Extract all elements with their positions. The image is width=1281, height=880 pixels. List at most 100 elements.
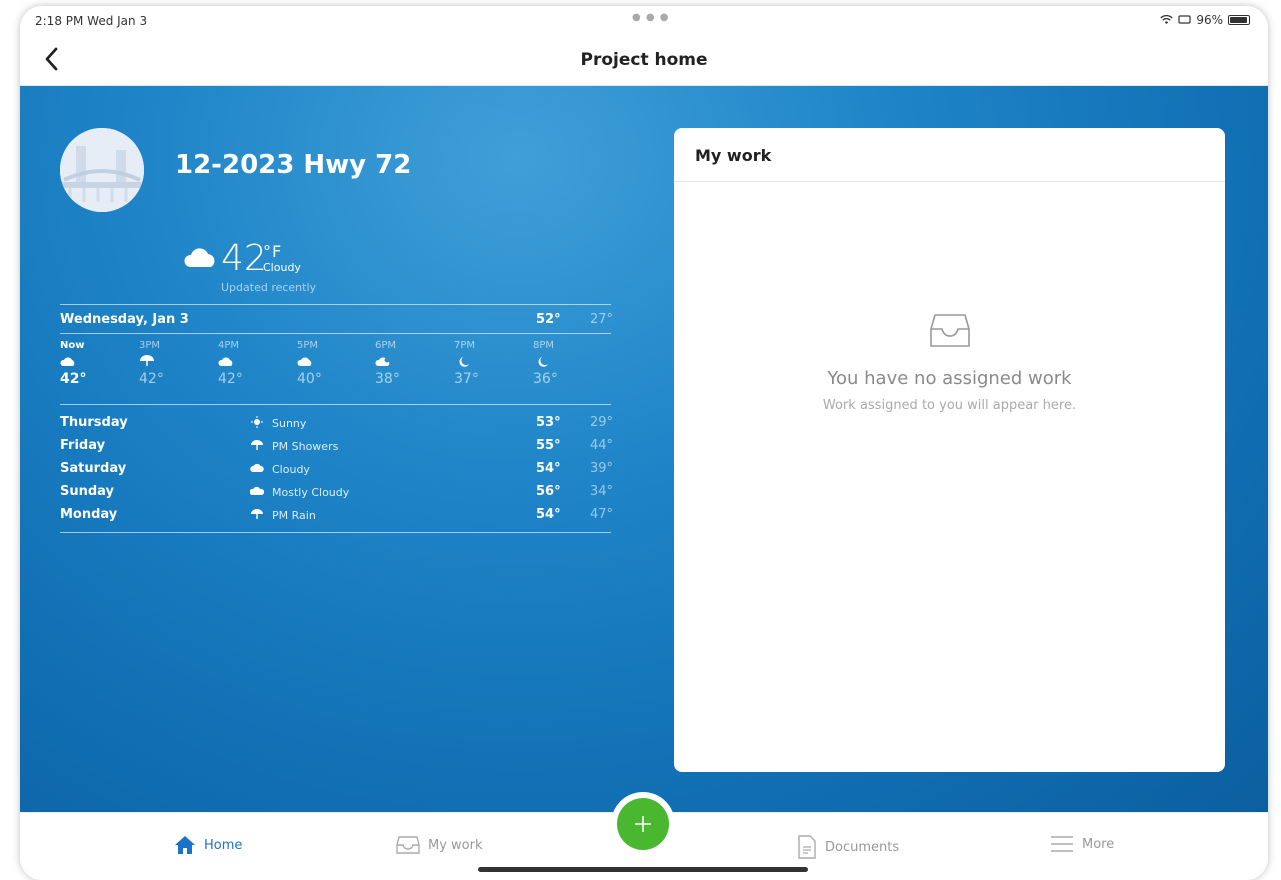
hour-label: Now xyxy=(60,340,85,351)
page-title: Project home xyxy=(580,50,708,70)
day-high: 56° xyxy=(536,484,561,499)
project-avatar[interactable] xyxy=(60,128,144,212)
day-condition: Mostly Cloudy xyxy=(272,486,350,499)
home-indicator[interactable] xyxy=(478,867,808,872)
hour-label: 8PM xyxy=(533,340,555,351)
hour-temp: 42° xyxy=(60,371,87,387)
divider xyxy=(60,532,611,533)
day-low: 29° xyxy=(590,415,614,430)
hourly-item: 7PM 37° xyxy=(454,340,504,387)
tab-label: Documents xyxy=(825,839,900,855)
tab-documents[interactable]: Documents xyxy=(797,835,899,859)
day-condition: Sunny xyxy=(272,417,307,430)
add-button[interactable] xyxy=(617,798,669,850)
battery-percent: 96% xyxy=(1196,13,1223,27)
hour-temp: 37° xyxy=(454,371,479,387)
day-high: 53° xyxy=(536,415,561,430)
empty-state-subtitle: Work assigned to you will appear here. xyxy=(822,398,1077,413)
project-name: 12-2023 Hwy 72 xyxy=(175,150,412,180)
cloud-icon xyxy=(60,357,75,366)
day-low: 47° xyxy=(590,507,614,522)
hour-temp: 40° xyxy=(297,371,322,387)
tab-label: More xyxy=(1082,836,1115,852)
moon-icon xyxy=(538,357,548,367)
day-low: 39° xyxy=(590,461,614,476)
today-high: 52° xyxy=(536,312,561,327)
status-time: 2:18 PM Wed Jan 3 xyxy=(35,14,148,28)
today-summary: Wednesday, Jan 3 52° 27° xyxy=(60,305,614,333)
wifi-icon xyxy=(1160,15,1173,24)
cloud-icon xyxy=(184,248,215,267)
cloud-icon xyxy=(218,357,233,366)
my-work-card-title: My work xyxy=(674,128,1225,182)
rain-umbrella-icon xyxy=(140,355,154,366)
cloud-moon-icon xyxy=(375,357,390,366)
tab-label: Home xyxy=(204,837,243,853)
day-low: 44° xyxy=(590,438,614,453)
bridge-image-icon xyxy=(60,128,144,212)
rain-umbrella-icon xyxy=(251,440,263,450)
day-name: Thursday xyxy=(60,415,128,430)
multitasking-dots-icon[interactable]: ● ● ● xyxy=(632,12,670,23)
inbox-icon xyxy=(396,836,420,854)
hour-label: 4PM xyxy=(218,340,240,351)
cloud-icon xyxy=(297,357,312,366)
tab-my-work[interactable]: My work xyxy=(396,835,483,855)
hour-label: 5PM xyxy=(297,340,319,351)
project-hero: 12-2023 Hwy 72 42 °F Cloudy Updated rece… xyxy=(20,86,1268,812)
moon-icon xyxy=(459,357,469,367)
hour-temp: 42° xyxy=(218,371,243,387)
inbox-tray-icon xyxy=(930,314,970,347)
rain-umbrella-icon xyxy=(251,509,263,519)
hour-label: 3PM xyxy=(139,340,161,351)
day-name: Sunday xyxy=(60,484,115,499)
daily-forecast-row: Sunday Mostly Cloudy 56° 34° xyxy=(60,480,614,503)
daily-forecast-row: Friday PM Showers 55° 44° xyxy=(60,434,614,457)
day-name: Friday xyxy=(60,438,106,453)
hourly-item: Now 42° xyxy=(60,340,110,387)
document-icon xyxy=(798,835,816,859)
plus-icon xyxy=(635,816,651,832)
cloud-icon xyxy=(250,463,264,472)
today-low: 27° xyxy=(590,312,614,327)
hourly-item: 8PM 36° xyxy=(533,340,583,387)
day-condition: PM Showers xyxy=(272,440,339,453)
status-indicators: 96% xyxy=(1160,13,1250,27)
screen-mirroring-icon xyxy=(1178,15,1191,24)
day-name: Saturday xyxy=(60,461,127,476)
battery-icon xyxy=(1228,15,1250,25)
day-high: 54° xyxy=(536,507,561,522)
status-bar: 2:18 PM Wed Jan 3 ● ● ● 96% xyxy=(20,6,1268,34)
day-condition: PM Rain xyxy=(272,509,316,522)
device-frame: 2:18 PM Wed Jan 3 ● ● ● 96% Project home… xyxy=(20,6,1268,880)
hour-label: 6PM xyxy=(375,340,397,351)
tab-home[interactable]: Home xyxy=(174,835,242,855)
weather-updated-text: Updated recently xyxy=(221,281,317,294)
hourly-item: 6PM 38° xyxy=(375,340,425,387)
weather-forecast: Wednesday, Jan 3 52° 27° Now 42° 3PM 42°… xyxy=(60,304,614,533)
mostly-cloudy-icon xyxy=(250,486,264,495)
hour-temp: 38° xyxy=(375,371,400,387)
sun-icon xyxy=(251,416,263,428)
home-icon xyxy=(175,836,195,854)
hour-temp: 42° xyxy=(139,371,164,387)
current-temperature: 42 xyxy=(221,238,267,279)
hour-temp: 36° xyxy=(533,371,558,387)
temperature-unit: °F xyxy=(263,242,283,261)
hour-label: 7PM xyxy=(454,340,476,351)
current-condition: Cloudy xyxy=(263,261,301,274)
daily-forecast-row: Saturday Cloudy 54° 39° xyxy=(60,457,614,480)
hourly-item: 3PM 42° xyxy=(139,340,189,387)
tab-label: My work xyxy=(428,837,483,853)
empty-state-title: You have no assigned work xyxy=(827,368,1072,389)
hamburger-menu-icon xyxy=(1051,836,1073,852)
my-work-card: My work You have no assigned work Work a… xyxy=(674,128,1225,772)
day-high: 54° xyxy=(536,461,561,476)
day-condition: Cloudy xyxy=(272,463,310,476)
tab-more[interactable]: More xyxy=(1050,835,1114,853)
day-high: 55° xyxy=(536,438,561,453)
day-name: Monday xyxy=(60,507,118,522)
hourly-forecast: Now 42° 3PM 42° 4PM 42° 5PM 40° 6PM 38° … xyxy=(60,334,611,404)
daily-forecast-row: Monday PM Rain 54° 47° xyxy=(60,503,614,526)
day-low: 34° xyxy=(590,484,614,499)
